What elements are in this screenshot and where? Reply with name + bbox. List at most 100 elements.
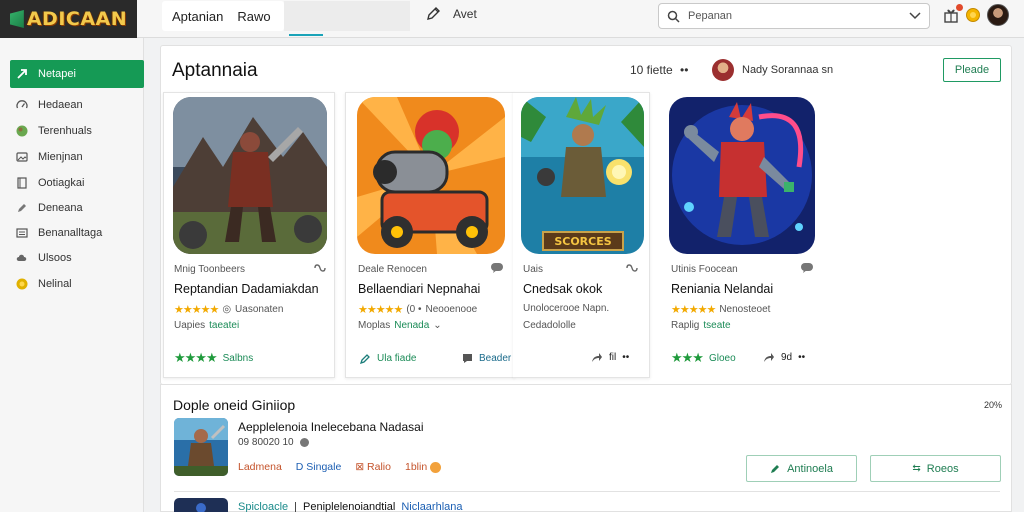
tab-group: Aptanian Rawo: [162, 1, 284, 31]
card-subtitle: Uais: [523, 264, 544, 275]
sidebar-item-mienjnan[interactable]: Mienjnan: [10, 146, 144, 168]
game-thumbnail[interactable]: [669, 97, 815, 254]
action-ladmena[interactable]: Ladmena: [238, 461, 282, 473]
share-icon[interactable]: [591, 352, 603, 363]
tab-rawo[interactable]: Rawo: [237, 9, 270, 24]
user-name: Nady Sorannaa sn: [742, 64, 834, 76]
search-input[interactable]: [688, 10, 901, 22]
chevron-down-icon[interactable]: [909, 12, 921, 20]
filter-count-label: 10 fiette: [630, 63, 673, 77]
chevron-down-icon[interactable]: ⌄: [433, 320, 441, 331]
sidebar-item-label: Ulsoos: [38, 252, 72, 264]
coins-button[interactable]: [964, 6, 982, 24]
chat-icon[interactable]: [490, 262, 504, 274]
edit-button[interactable]: Avet: [425, 6, 477, 22]
hero-artwork: [669, 97, 815, 254]
rating-text: Uasonaten: [235, 304, 284, 315]
active-tab-indicator: [289, 34, 323, 36]
search-box[interactable]: [658, 3, 930, 29]
meta-link[interactable]: Nenada: [394, 320, 429, 331]
more-icon[interactable]: ••: [622, 352, 629, 363]
user-chip[interactable]: Nady Sorannaa sn: [712, 59, 833, 81]
link-icon[interactable]: [314, 263, 326, 273]
sidebar-item-benanalltaga[interactable]: Benanalltaga: [10, 222, 144, 244]
game-thumbnail[interactable]: SCORCES: [521, 97, 644, 254]
app-logo[interactable]: ADICAAN: [0, 0, 137, 38]
rating-text: Neooenooe: [425, 304, 478, 315]
meta-prefix: Cedadololle: [523, 320, 576, 331]
card-footer: ★★★★ Salbns: [174, 350, 253, 366]
footer-link-right[interactable]: Beader: [479, 353, 511, 364]
rating-text: Nenosteoet: [719, 304, 771, 315]
row2-tag[interactable]: Niclaarhlana: [401, 501, 462, 512]
footer-link-left[interactable]: Ula fiade: [377, 353, 416, 364]
sidebar-item-hedaean[interactable]: Hedaean: [10, 94, 144, 116]
rating-stars: ★★★★★: [358, 304, 403, 316]
action-ralio[interactable]: ⊠ Ralio: [355, 461, 391, 473]
list-item-title[interactable]: Aepplelenoia Inelecebana Nadasai: [238, 420, 423, 434]
coin-icon: [16, 278, 28, 290]
action-singale[interactable]: D Singale: [296, 461, 342, 473]
share-icon[interactable]: [763, 352, 775, 363]
roeos-button[interactable]: ⇆ Roeos: [870, 455, 1001, 482]
more-icon[interactable]: ••: [798, 352, 805, 363]
meta-link[interactable]: tseate: [703, 320, 730, 331]
green-stars: ★★★: [671, 350, 704, 365]
game-thumbnail-partial: [174, 498, 228, 512]
footer-text[interactable]: Salbns: [223, 353, 254, 364]
tab-aptanian[interactable]: Aptanian: [172, 9, 223, 24]
pencil-icon: [427, 7, 440, 20]
card-title[interactable]: Reptandian Dadamiakdan: [174, 282, 319, 296]
sidebar-item-ulsoos[interactable]: Ulsoos: [10, 247, 144, 269]
share-icon: ⇆: [912, 463, 921, 474]
footer-text[interactable]: Gloeo: [709, 353, 736, 364]
game-thumbnail[interactable]: [357, 97, 505, 254]
share-count: 9d: [781, 352, 793, 363]
globe-icon: [16, 125, 28, 137]
sidebar-item-label: Hedaean: [38, 99, 83, 111]
meta-link[interactable]: taeatei: [209, 320, 239, 331]
logo-mark-icon: [9, 10, 24, 28]
link-icon[interactable]: [626, 263, 638, 273]
edit-label: Avet: [453, 7, 477, 21]
row2-link[interactable]: Spicloacle: [238, 501, 288, 512]
filter-more-icon[interactable]: ••: [680, 63, 688, 77]
user-avatar[interactable]: [987, 4, 1009, 26]
warrior-thumbnail: [174, 418, 228, 476]
gift-button[interactable]: [942, 4, 963, 24]
row2-text: Peniplelenoiandtial: [303, 501, 396, 512]
card-title[interactable]: Reniania Nelandai: [671, 282, 773, 296]
list-thumbnail[interactable]: [174, 418, 228, 476]
card-title[interactable]: Cnedsak okok: [523, 282, 602, 296]
card-title[interactable]: Bellaendiari Nepnahai: [358, 282, 480, 296]
refresh-icon: [430, 461, 442, 473]
cannon-artwork: [357, 97, 505, 254]
list-icon: [16, 227, 28, 239]
sidebar-item-deneana[interactable]: Deneana: [10, 197, 144, 219]
search-icon: [667, 10, 680, 23]
list-item-actions: Ladmena D Singale ⊠ Ralio 1blin: [238, 461, 442, 473]
list-item-2[interactable]: Spicloacle | Peniplelenoiandtial Niclaar…: [238, 501, 463, 512]
section-count: 20%: [984, 400, 1003, 410]
antinoela-button[interactable]: Antinoela: [746, 455, 857, 482]
list-thumbnail[interactable]: [174, 498, 228, 512]
game-thumbnail[interactable]: [173, 97, 327, 254]
action-singale-label: Singale: [306, 461, 342, 473]
sidebar-item-nelinal[interactable]: Nelinal: [10, 273, 144, 295]
action-count[interactable]: 1blin: [405, 461, 442, 473]
meta-prefix: Raplig: [671, 320, 700, 331]
pleade-button[interactable]: Pleade: [943, 58, 1001, 82]
info-icon: ◎: [222, 304, 232, 315]
card-subtitle: Mnig Toonbeers: [174, 264, 245, 275]
filter-count[interactable]: 10 fiette ••: [630, 63, 688, 77]
thumb-caption: SCORCES: [554, 235, 611, 248]
notification-badge: [956, 4, 963, 11]
sidebar-item-ootiagkai[interactable]: Ootiagkai: [10, 172, 144, 194]
chat-icon[interactable]: [800, 262, 814, 274]
card-rating: ★★★★★ (0 • Neooenooe: [358, 303, 477, 316]
rating-stars: ★★★★★: [174, 304, 219, 316]
card-rating: ★★★★★ Nenosteoet: [671, 303, 770, 316]
sidebar-item-netapei[interactable]: Netapei: [10, 60, 144, 88]
sidebar-item-terenhuals[interactable]: Terenhuals: [10, 120, 144, 142]
gauge-icon: [16, 99, 28, 111]
